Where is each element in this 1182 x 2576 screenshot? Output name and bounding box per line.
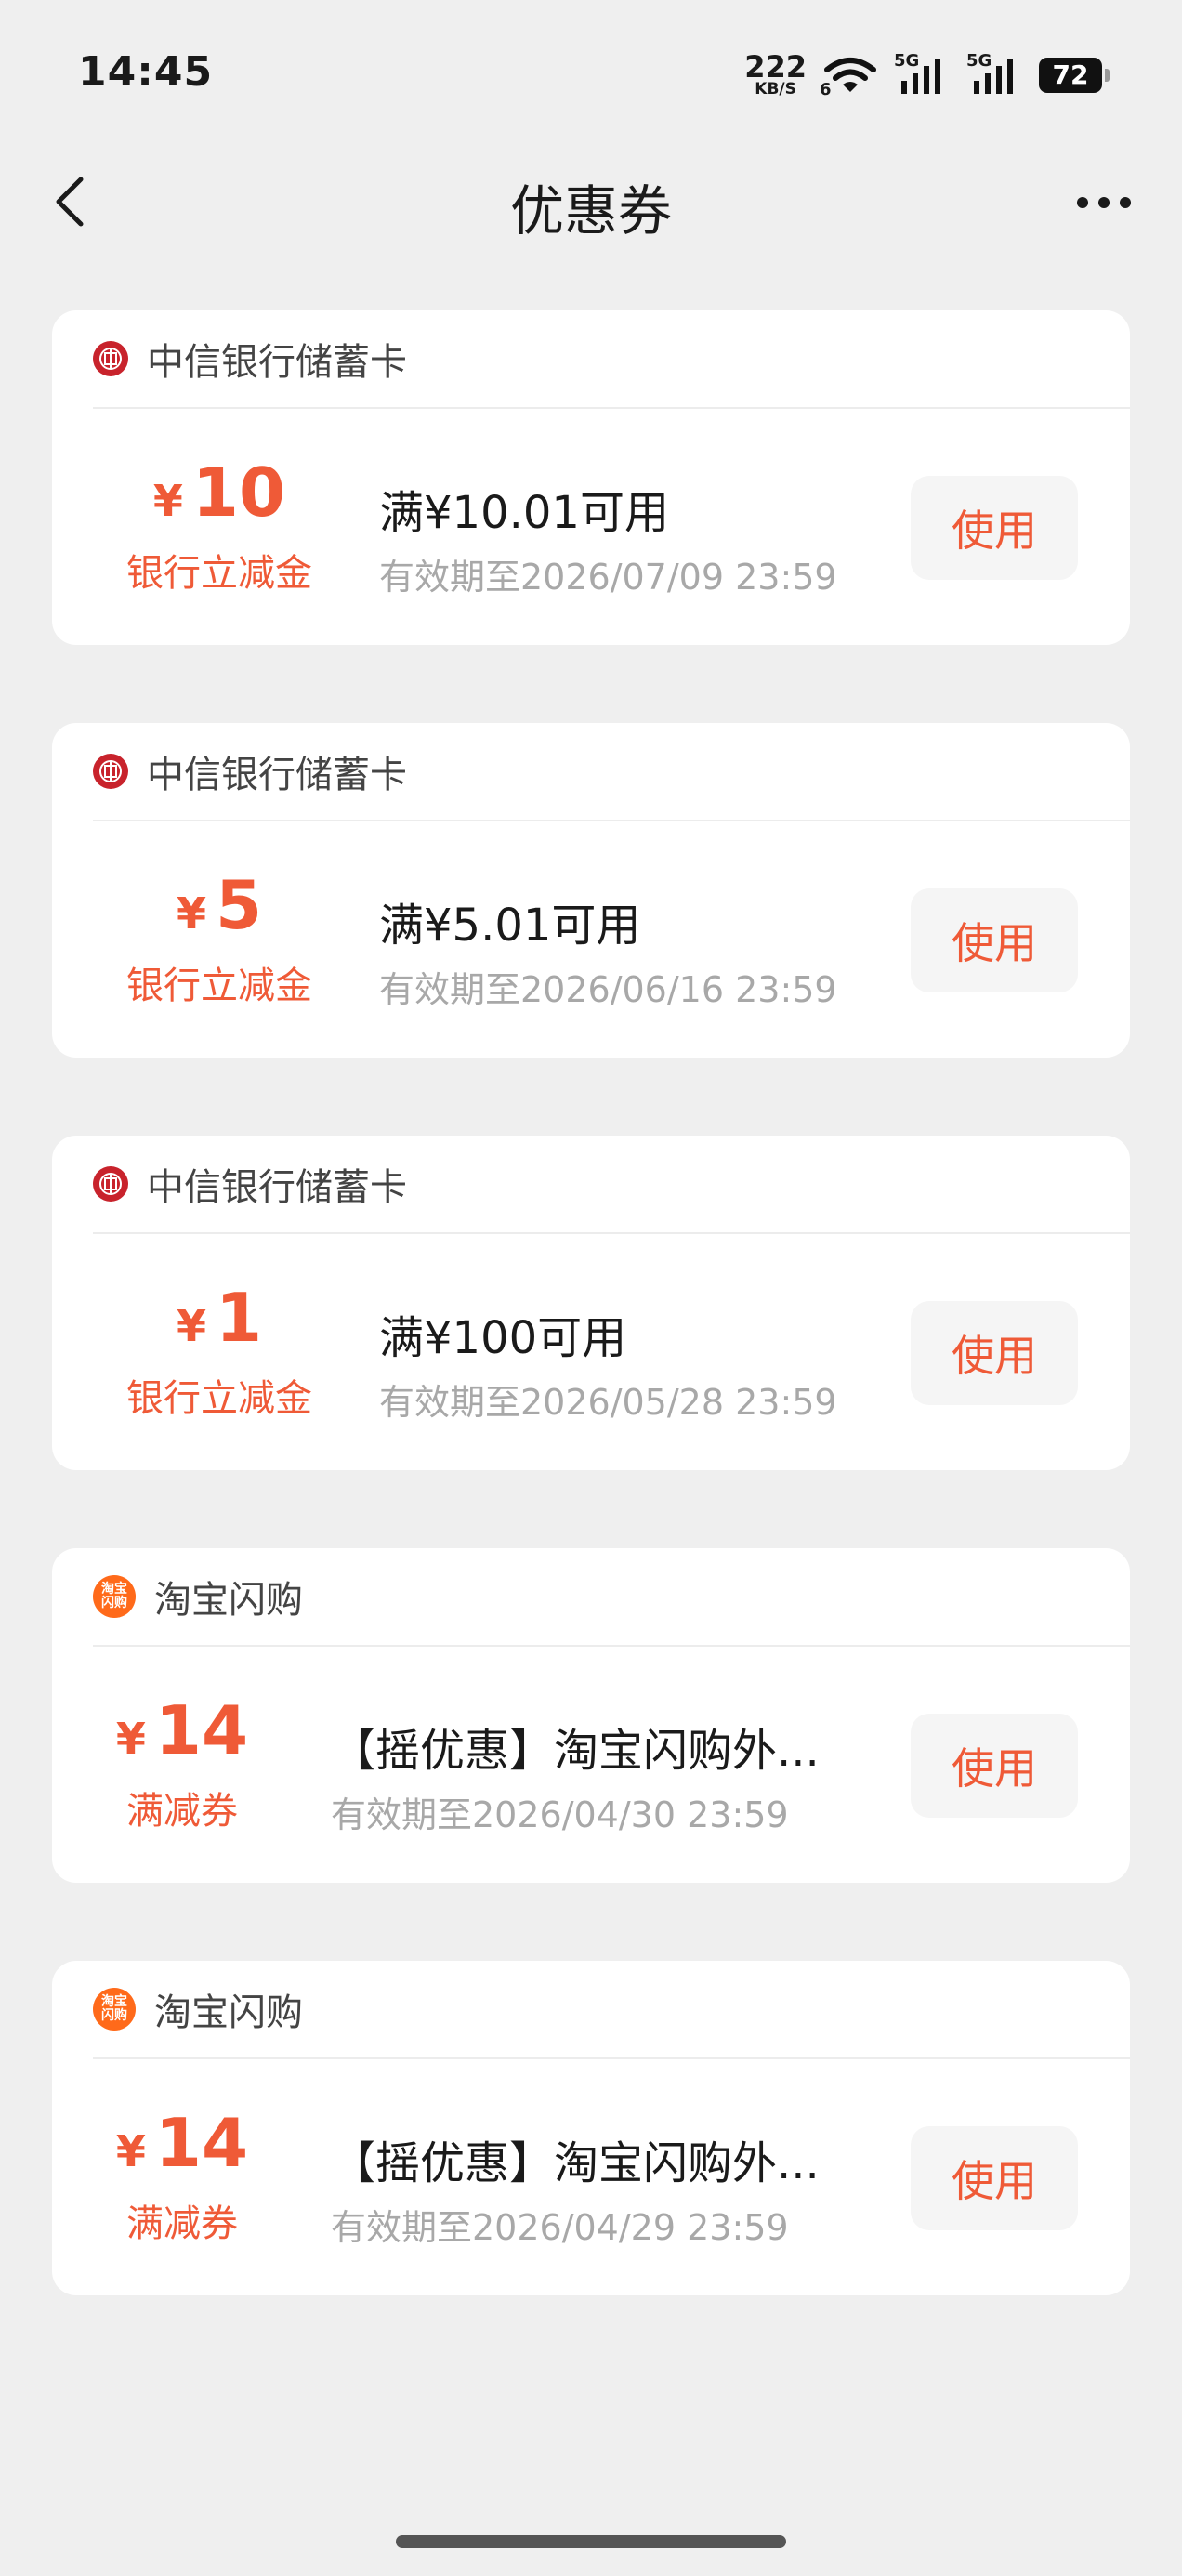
signal-icon-sim2: 5G — [966, 51, 1022, 96]
home-indicator[interactable] — [396, 2535, 786, 2548]
citic-bank-logo-icon — [93, 1166, 128, 1202]
logo-text: 闪购 — [101, 1596, 127, 1610]
card-header: 中信银行储蓄卡 — [93, 1136, 1130, 1234]
coupon-amount: ¥ 10 银行立减金 — [80, 459, 359, 597]
coupon-expiry: 有效期至2026/06/16 23:59 — [379, 969, 837, 1010]
brand-name: 中信银行储蓄卡 — [147, 1166, 407, 1209]
coupon-type: 银行立减金 — [126, 552, 312, 595]
amount-value: 1 — [215, 1279, 263, 1357]
status-bar: 14:45 222 KB/S 6 5G 5G 72 — [0, 0, 1182, 139]
nav-bar: 优惠券 — [0, 139, 1182, 269]
logo-text: 闪购 — [101, 2008, 127, 2023]
coupon-title: 【摇优惠】淘宝闪购外... — [331, 1725, 820, 1777]
network-speed-unit: KB/S — [755, 80, 796, 99]
signal-icon-sim1: 5G — [894, 51, 950, 96]
card-header: 淘宝 闪购 淘宝闪购 — [93, 1961, 1130, 2059]
wifi-icon: 6 — [820, 57, 877, 99]
coupon-type: 银行立减金 — [126, 1377, 312, 1420]
status-time: 14:45 — [78, 48, 214, 96]
coupon-card: 淘宝 闪购 淘宝闪购 ¥ 14 满减券 【摇优惠】淘宝闪购外... 有效期至20… — [52, 1548, 1130, 1883]
coupon-card: 中信银行储蓄卡 ¥ 5 银行立减金 满¥5.01可用 有效期至2026/06/1… — [52, 723, 1130, 1058]
taobao-flash-logo-icon: 淘宝 闪购 — [93, 1988, 136, 2031]
coupon-expiry: 有效期至2026/07/09 23:59 — [379, 557, 837, 598]
amount-value: 14 — [154, 2104, 249, 2182]
coupon-expiry: 有效期至2026/04/29 23:59 — [331, 2207, 789, 2248]
currency-symbol: ¥ — [176, 888, 206, 939]
coupon-type: 银行立减金 — [126, 965, 312, 1007]
use-button[interactable]: 使用 — [911, 1714, 1078, 1818]
more-button[interactable] — [1067, 177, 1141, 229]
amount-value: 14 — [154, 1691, 249, 1769]
status-icons: 222 KB/S 6 5G 5G 72 — [744, 51, 1110, 99]
currency-symbol: ¥ — [176, 1301, 206, 1351]
coupon-type: 满减券 — [126, 2202, 238, 2245]
coupon-condition: 满¥5.01可用 — [379, 900, 641, 952]
battery-icon: 72 — [1039, 57, 1110, 93]
logo-text: 淘宝 — [101, 1994, 127, 2009]
brand-name: 中信银行储蓄卡 — [147, 754, 407, 796]
taobao-flash-logo-icon: 淘宝 闪购 — [93, 1575, 136, 1618]
use-button[interactable]: 使用 — [911, 1301, 1078, 1405]
amount-value: 10 — [191, 453, 286, 532]
coupon-amount: ¥ 14 满减券 — [52, 2109, 312, 2247]
coupon-condition: 满¥100可用 — [379, 1312, 627, 1364]
amount-value: 5 — [215, 866, 263, 944]
citic-bank-logo-icon — [93, 341, 128, 376]
currency-symbol: ¥ — [152, 476, 183, 526]
currency-symbol: ¥ — [115, 2126, 146, 2176]
coupon-condition: 满¥10.01可用 — [379, 487, 669, 539]
coupon-amount: ¥ 14 满减券 — [52, 1697, 312, 1834]
card-header: 淘宝 闪购 淘宝闪购 — [93, 1548, 1130, 1647]
brand-name: 淘宝闪购 — [154, 1991, 303, 2034]
coupon-card: 淘宝 闪购 淘宝闪购 ¥ 14 满减券 【摇优惠】淘宝闪购外... 有效期至20… — [52, 1961, 1130, 2295]
citic-bank-logo-icon — [93, 754, 128, 789]
network-speed-value: 222 — [744, 49, 807, 85]
coupon-amount: ¥ 5 银行立减金 — [80, 872, 359, 1009]
page-title: 优惠券 — [509, 179, 672, 243]
logo-text: 淘宝 — [101, 1582, 127, 1597]
use-button[interactable]: 使用 — [911, 2126, 1078, 2230]
brand-name: 中信银行储蓄卡 — [147, 341, 407, 384]
coupon-expiry: 有效期至2026/04/30 23:59 — [331, 1794, 789, 1835]
coupon-type: 满减券 — [126, 1790, 238, 1833]
brand-name: 淘宝闪购 — [154, 1579, 303, 1622]
more-dots-icon — [1077, 197, 1131, 208]
card-header: 中信银行储蓄卡 — [93, 310, 1130, 409]
coupon-title: 【摇优惠】淘宝闪购外... — [331, 2137, 820, 2189]
coupon-card: 中信银行储蓄卡 ¥ 10 银行立减金 满¥10.01可用 有效期至2026/07… — [52, 310, 1130, 645]
use-button[interactable]: 使用 — [911, 476, 1078, 580]
use-button[interactable]: 使用 — [911, 888, 1078, 992]
coupon-expiry: 有效期至2026/05/28 23:59 — [379, 1382, 837, 1423]
card-header: 中信银行储蓄卡 — [93, 723, 1130, 821]
network-speed: 222 KB/S — [744, 52, 807, 98]
coupon-amount: ¥ 1 银行立减金 — [80, 1284, 359, 1422]
currency-symbol: ¥ — [115, 1714, 146, 1764]
wifi-standard-label: 6 — [820, 79, 832, 99]
coupon-card: 中信银行储蓄卡 ¥ 1 银行立减金 满¥100可用 有效期至2026/05/28… — [52, 1136, 1130, 1470]
